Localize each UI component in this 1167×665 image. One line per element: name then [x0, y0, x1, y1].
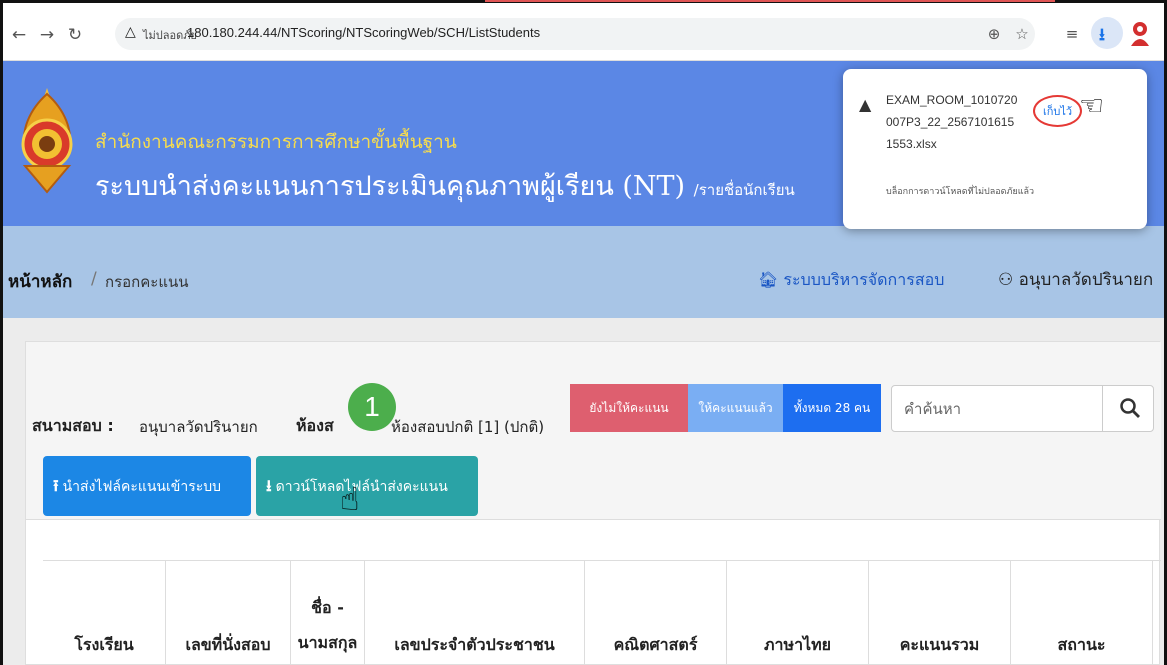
upload-icon: ⭱ [53, 476, 59, 495]
column-extra [1152, 560, 1161, 665]
org-name: สำนักงานคณะกรรมการการศึกษาขั้นพื้นฐาน [95, 131, 457, 153]
student-list-card: สนามสอบ : อนุบาลวัดปรินายก ห้องส ห้องสอบ… [25, 341, 1161, 665]
column-school[interactable]: โรงเรียน [43, 560, 165, 665]
column-seat-number[interactable]: เลขที่นั่งสอบ [165, 560, 290, 665]
room-label: ห้องส [296, 416, 334, 435]
breadcrumb: หน้าหลัก / กรอกคะแนน 🏠︎ ระบบบริหารจัดการ… [3, 226, 1164, 318]
download-file-name: EXAM_ROOM_1010720 007P3_22_2567101615 15… [886, 93, 1018, 151]
venue-label: สนามสอบ : [32, 416, 114, 435]
profile-avatar-icon[interactable] [1129, 20, 1151, 46]
keep-file-button[interactable]: เก็บไว้ [1033, 95, 1083, 127]
forward-icon[interactable]: → [37, 25, 57, 45]
hand-pointer-icon: ☜ [1079, 89, 1105, 122]
system-title: ระบบนำส่งคะแนนการประเมินคุณภาพผู้เรียน (… [95, 164, 795, 207]
admin-system-link[interactable]: 🏠︎ ระบบบริหารจัดการสอบ [758, 268, 944, 293]
upload-score-file-button[interactable]: ⭱ นำส่งไฟล์คะแนนเข้าระบบ [43, 456, 251, 516]
column-math[interactable]: คณิตศาสตร์ [584, 560, 726, 665]
column-thai[interactable]: ภาษาไทย [726, 560, 868, 665]
filter-no-score-button[interactable]: ยังไม่ให้คะแนน [570, 384, 688, 432]
address-bar[interactable]: △ ไม่ปลอดภัย 180.180.244.44/NTScoring/NT… [115, 18, 1035, 50]
obec-logo [17, 86, 77, 196]
mouse-cursor-icon: ☝ [340, 480, 360, 518]
search-icon [1120, 398, 1140, 418]
column-name[interactable]: ชื่อ - นามสกุล [290, 560, 364, 665]
dangerous-file-warning-icon: ▲ [859, 95, 872, 114]
download-bubble: ▲ EXAM_ROOM_1010720 007P3_22_2567101615 … [843, 69, 1147, 229]
annotation-line [485, 0, 1055, 2]
column-national-id[interactable]: เลขประจำตัวประชาชน [364, 560, 584, 665]
search-input[interactable] [892, 386, 1102, 431]
browser-toolbar: ← → ↻ △ ไม่ปลอดภัย 180.180.244.44/NTScor… [3, 3, 1167, 61]
step-badge: 1 [348, 383, 396, 431]
search-button[interactable] [1102, 386, 1153, 431]
breadcrumb-current: กรอกคะแนน [105, 273, 189, 291]
download-icon: ⭳ [266, 476, 272, 495]
user-icon: ⚇ [998, 270, 1014, 290]
home-icon: 🏠︎ [758, 270, 779, 289]
bookmark-star-icon[interactable]: ☆ [1011, 25, 1033, 43]
zoom-icon[interactable]: ⊕ [983, 25, 1005, 43]
breadcrumb-separator: / [91, 269, 97, 289]
warning-icon: △ [125, 24, 136, 40]
download-blocked-note: บล็อกการดาวน์โหลดที่ไม่ปลอดภัยแล้ว [886, 187, 1035, 197]
downloads-button[interactable]: ⭳ [1091, 17, 1123, 49]
filter-total-button[interactable]: ทั้งหมด 28 คน [783, 384, 881, 432]
url-text[interactable]: 180.180.244.44/NTScoring/NTScoringWeb/SC… [187, 25, 540, 40]
column-total-score[interactable]: คะแนนรวม [868, 560, 1010, 665]
venue-value: อนุบาลวัดปรินายก [139, 418, 258, 436]
filter-scored-button[interactable]: ให้คะแนนแล้ว [688, 384, 783, 432]
main-content: สนามสอบ : อนุบาลวัดปรินายก ห้องส ห้องสอบ… [3, 318, 1164, 665]
reload-icon[interactable]: ↻ [65, 25, 85, 45]
room-value: ห้องสอบปกติ [1] (ปกติ) [391, 418, 545, 436]
column-status[interactable]: สถานะ [1010, 560, 1152, 665]
user-menu[interactable]: ⚇ อนุบาลวัดปรินายก [998, 266, 1153, 293]
download-icon: ⭳ [1099, 25, 1105, 45]
card-toolbar: สนามสอบ : อนุบาลวัดปรินายก ห้องส ห้องสอบ… [26, 342, 1161, 520]
breadcrumb-home[interactable]: หน้าหลัก [8, 268, 72, 295]
table-header: โรงเรียน เลขที่นั่งสอบ ชื่อ - นามสกุล เล… [43, 560, 1161, 665]
system-title-text: ระบบนำส่งคะแนนการประเมินคุณภาพผู้เรียน (… [95, 171, 686, 202]
reading-list-icon[interactable]: ≡ [1061, 25, 1083, 43]
search-group [891, 385, 1154, 432]
back-icon[interactable]: ← [9, 25, 29, 45]
download-score-file-button[interactable]: ⭳ ดาวน์โหลดไฟล์นำส่งคะแนน [256, 456, 478, 516]
page-subtitle: /รายชื่อนักเรียน [693, 181, 795, 199]
more-menu-icon[interactable]: ⋮ [1157, 25, 1167, 44]
